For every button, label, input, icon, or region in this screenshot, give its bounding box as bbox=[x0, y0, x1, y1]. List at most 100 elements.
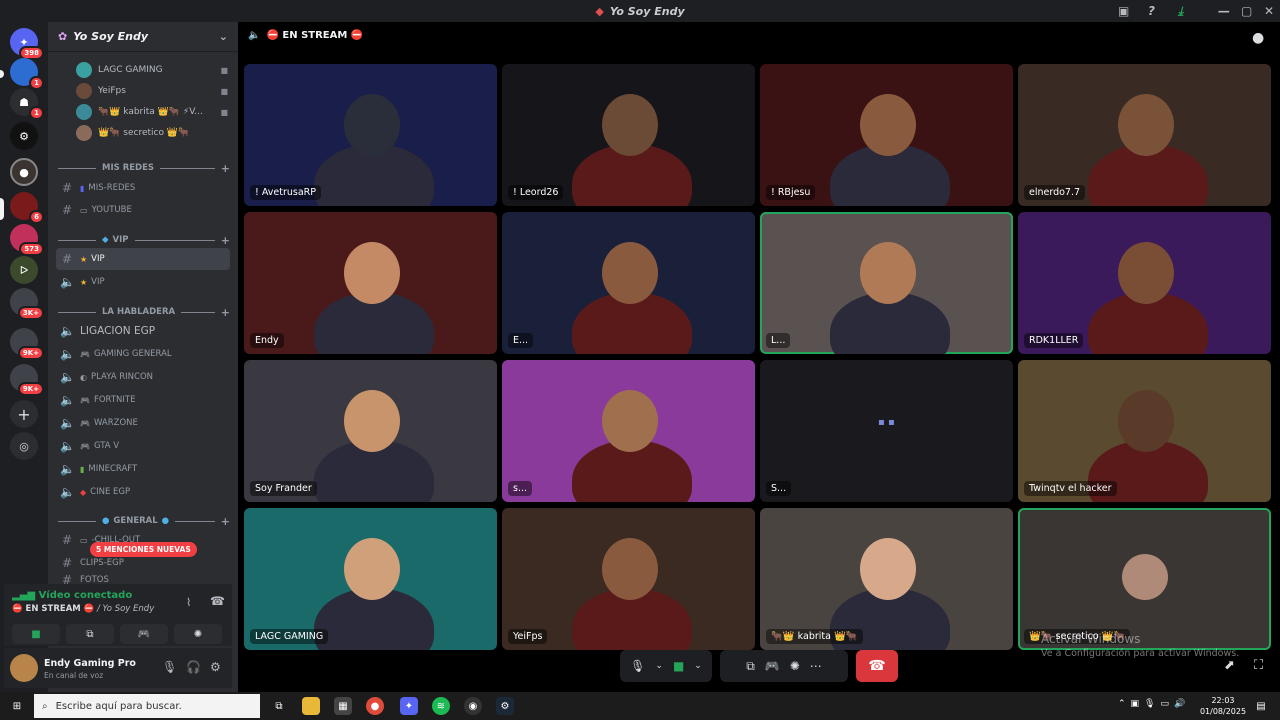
server-icon[interactable]: ☗ 1 bbox=[10, 88, 44, 120]
video-tile[interactable]: 👑🐂 secretico 👑🐂 bbox=[1018, 508, 1271, 650]
video-tile[interactable]: 🐂👑 kabrita 👑🐂 bbox=[760, 508, 1013, 650]
channel-warzone[interactable]: 🔈 🎮 WARZONE bbox=[56, 412, 230, 434]
close-button[interactable]: ✕ bbox=[1264, 0, 1274, 22]
category-general[interactable]: ● GENERAL ● + bbox=[58, 512, 230, 530]
headphones-icon[interactable]: 🎧 bbox=[186, 660, 201, 674]
inbox-icon[interactable]: ▣ bbox=[1118, 0, 1129, 22]
server-header[interactable]: ✿ Yo Soy Endy ⌄ bbox=[48, 22, 238, 52]
voice-member[interactable]: LAGC GAMING ■ bbox=[76, 60, 228, 80]
disconnect-call-button[interactable]: ☎ bbox=[856, 650, 898, 682]
activity-button[interactable]: 🎮 bbox=[120, 624, 168, 644]
category-la-habladera[interactable]: LA HABLADERA + bbox=[58, 303, 230, 321]
fullscreen-icon[interactable]: ⛶ bbox=[1254, 658, 1263, 673]
video-tile[interactable]: E... bbox=[502, 212, 755, 354]
mention-badge: 1 bbox=[29, 106, 44, 120]
video-tile[interactable]: RDK1LLER bbox=[1018, 212, 1271, 354]
obs-icon[interactable]: ◉ bbox=[464, 697, 482, 715]
category-vip[interactable]: ◆ VIP + bbox=[58, 231, 230, 249]
system-tray[interactable]: ⌃▣🎙▭🔊 bbox=[1118, 699, 1190, 709]
server-folder-icon[interactable]: 9K+ bbox=[10, 328, 44, 360]
activity-icon[interactable]: 🎮 bbox=[765, 659, 780, 673]
video-tile[interactable]: ! Leord26 bbox=[502, 64, 755, 206]
chevron-down-icon[interactable]: ⌄ bbox=[655, 661, 663, 671]
video-tile[interactable]: Soy Frander bbox=[244, 360, 497, 502]
video-tile[interactable]: YeiFps bbox=[502, 508, 755, 650]
add-server-icon[interactable]: + bbox=[10, 400, 38, 428]
file-explorer-icon[interactable] bbox=[302, 697, 320, 715]
server-icon[interactable]: ● bbox=[10, 158, 38, 186]
server-icon[interactable]: ᐅ bbox=[10, 256, 38, 284]
channel-minecraft[interactable]: 🔈 ▮ MINECRAFT bbox=[56, 458, 230, 480]
video-tile[interactable]: Twinqtv el hacker bbox=[1018, 360, 1271, 502]
video-tile[interactable]: ! AvetrusaRP bbox=[244, 64, 497, 206]
microphone-icon[interactable]: 🎙 bbox=[162, 660, 177, 674]
microphone-icon[interactable]: 🎙 bbox=[630, 659, 645, 673]
add-channel-icon[interactable]: + bbox=[221, 515, 230, 528]
channel-vip-text[interactable]: # ★ VIP bbox=[56, 248, 230, 270]
add-channel-icon[interactable]: + bbox=[221, 234, 230, 247]
video-tile[interactable]: s... bbox=[502, 360, 755, 502]
disconnect-icon[interactable]: ☎ bbox=[210, 594, 225, 608]
discord-taskbar-icon[interactable]: ✦ bbox=[400, 697, 418, 715]
discover-icon[interactable]: ◎ bbox=[10, 432, 38, 460]
new-mentions-badge[interactable]: 5 MENCIONES NUEVAS bbox=[90, 542, 197, 557]
voice-member[interactable]: YeiFps ■ bbox=[76, 81, 228, 101]
channel-playa-rincon[interactable]: 🔈 ◐ PLAYA RINCON bbox=[56, 366, 230, 388]
minimize-button[interactable]: — bbox=[1218, 0, 1230, 22]
add-channel-icon[interactable]: + bbox=[221, 162, 230, 175]
notifications-icon[interactable]: ▤ bbox=[1252, 697, 1270, 715]
windows-start-icon[interactable]: ⊞ bbox=[8, 697, 26, 715]
discord-home-icon[interactable]: ✦ 398 bbox=[10, 28, 44, 60]
maximize-button[interactable]: ▢ bbox=[1241, 0, 1252, 22]
more-options-icon[interactable]: ⋯ bbox=[810, 659, 822, 673]
channel-ligacion-egp[interactable]: 🔈 LIGACION EGP bbox=[56, 320, 230, 342]
camera-button[interactable]: ■ bbox=[12, 624, 60, 644]
video-tile[interactable]: ! RBjesu bbox=[760, 64, 1013, 206]
settings-gear-icon[interactable]: ⚙ bbox=[210, 660, 221, 674]
channel-gaming-general[interactable]: 🔈 🎮 GAMING GENERAL bbox=[56, 343, 230, 365]
steam-icon[interactable]: ⚙ bbox=[496, 697, 514, 715]
voice-channel-info[interactable]: ⛔ EN STREAM ⛔ / Yo Soy Endy bbox=[12, 604, 154, 614]
channel-cine-egp[interactable]: 🔈 ◆ CINE EGP bbox=[56, 481, 230, 503]
screen-share-icon[interactable]: ⧉ bbox=[746, 659, 755, 674]
add-channel-icon[interactable]: + bbox=[221, 306, 230, 319]
screen-share-button[interactable]: ⧉ bbox=[66, 624, 114, 644]
video-tile[interactable]: ▪ ▪ S... bbox=[760, 360, 1013, 502]
chat-bubble-icon[interactable]: ● bbox=[1252, 30, 1264, 46]
channel-fortnite[interactable]: 🔈 🎮 FORTNITE bbox=[56, 389, 230, 411]
server-folder-icon[interactable]: 9K+ bbox=[10, 364, 44, 396]
task-view-icon[interactable]: ⧉ bbox=[270, 697, 288, 715]
store-icon[interactable]: ▦ bbox=[334, 697, 352, 715]
help-icon[interactable]: ? bbox=[1148, 0, 1155, 22]
server-icon[interactable]: 1 bbox=[10, 58, 44, 90]
video-tile[interactable]: Endy bbox=[244, 212, 497, 354]
chevron-down-icon[interactable]: ⌄ bbox=[219, 30, 228, 43]
server-icon[interactable]: ⚙ bbox=[10, 122, 38, 150]
taskbar-search[interactable]: ⌕ Escribe aquí para buscar. bbox=[34, 694, 260, 718]
channel-vip-voice[interactable]: 🔈 ★ VIP bbox=[56, 271, 230, 293]
noise-suppression-icon[interactable]: ⌇ bbox=[186, 596, 191, 609]
video-tile[interactable]: LAGC GAMING bbox=[244, 508, 497, 650]
server-folder-icon[interactable]: 3K+ bbox=[10, 288, 44, 320]
category-mis-redes[interactable]: MIS REDES + bbox=[58, 159, 230, 177]
taskbar-clock[interactable]: 22:03 01/08/2025 bbox=[1198, 695, 1248, 717]
server-icon[interactable]: 573 bbox=[10, 224, 44, 256]
download-icon[interactable]: ⤓ bbox=[1178, 0, 1183, 22]
server-icon[interactable]: 6 bbox=[10, 192, 44, 224]
video-tile[interactable]: L... bbox=[760, 212, 1013, 354]
camera-icon[interactable]: ■ bbox=[673, 659, 684, 673]
channel-gta[interactable]: 🔈 🎮 GTA V bbox=[56, 435, 230, 457]
popout-icon[interactable]: ⬈ bbox=[1224, 658, 1235, 673]
soundboard-button[interactable]: ✺ bbox=[174, 624, 222, 644]
voice-member[interactable]: 🐂👑 kabrita 👑🐂 ⚡V... ■ bbox=[76, 102, 228, 122]
chrome-icon[interactable]: ● bbox=[366, 697, 384, 715]
avatar[interactable] bbox=[10, 654, 38, 682]
voice-status[interactable]: ▂▄▆ Vídeo conectado bbox=[12, 590, 132, 601]
voice-member[interactable]: 👑🐂 secretico 👑🐂 bbox=[76, 123, 228, 143]
soundboard-icon[interactable]: ✺ bbox=[790, 659, 800, 673]
spotify-icon[interactable]: ≋ bbox=[432, 697, 450, 715]
video-tile[interactable]: elnerdo7.7 bbox=[1018, 64, 1271, 206]
channel-mis-redes[interactable]: # ▮ MIS-REDES bbox=[56, 177, 230, 199]
channel-youtube[interactable]: # ▭ YOUTUBE bbox=[56, 199, 230, 221]
chevron-down-icon[interactable]: ⌄ bbox=[694, 661, 702, 671]
